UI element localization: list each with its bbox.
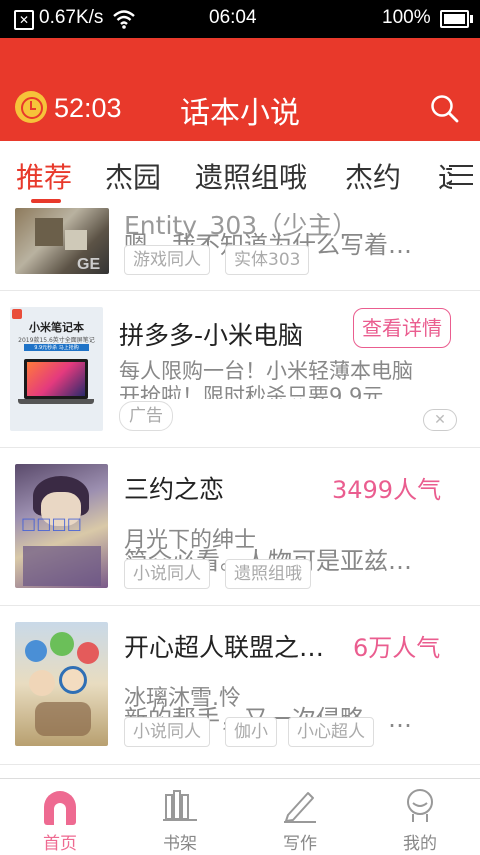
- tab-recommend[interactable]: 推荐: [16, 156, 72, 196]
- list-item[interactable]: ☐☐☐☐ 三约之恋 3499人气 月光下的绅士 简介必看。人物可是亚兹… 小说同…: [0, 448, 480, 606]
- tag[interactable]: 遗照组哦: [225, 559, 311, 589]
- category-tabs: 推荐 杰园 遗照组哦 杰约 这: [0, 141, 480, 209]
- pen-icon: [284, 792, 316, 823]
- network-speed: 0.67K/s: [39, 7, 104, 28]
- popularity: 3499人气: [332, 476, 442, 504]
- tag[interactable]: 伽小: [225, 717, 277, 747]
- book-cover: GE: [15, 208, 109, 274]
- wifi-icon: [113, 10, 135, 29]
- ad-image-price: 9.9元秒杀 马上抢购: [24, 344, 89, 351]
- list-item[interactable]: GE Entity_303（少主） 嗯，我不知道为什么写着… 游戏同人 实体30…: [0, 208, 480, 291]
- laptop-screen: [24, 359, 88, 399]
- notification-icon: ✕: [14, 10, 34, 30]
- ad-image: 小米笔记本 2019款15.6英寸全面屏笔记 9.9元秒杀 马上抢购: [10, 307, 103, 431]
- ad-image-subtitle: 2019款15.6英寸全面屏笔记: [18, 337, 95, 344]
- clock: 06:04: [209, 7, 257, 28]
- tab-jieyue[interactable]: 杰约: [345, 156, 401, 196]
- bottom-navigation: 首页 书架 写作 我的: [0, 778, 480, 855]
- status-bar: ✕ 0.67K/s 06:04 100%: [0, 0, 480, 38]
- nav-label: 我的: [403, 834, 437, 854]
- nav-bookshelf[interactable]: 书架: [120, 779, 240, 855]
- ad-desc-line-2: 开抢啦！限时秒杀只要9.9元: [119, 384, 384, 399]
- nav-label: 首页: [43, 834, 77, 854]
- ad-image-title: 小米笔记本: [29, 321, 84, 334]
- book-cover: [15, 622, 108, 746]
- ad-brand-icon: [12, 309, 22, 319]
- ad-item[interactable]: 小米笔记本 2019款15.6英寸全面屏笔记 9.9元秒杀 马上抢购 拼多多-小…: [0, 291, 480, 448]
- book-title: 三约之恋: [124, 475, 225, 504]
- battery-icon: [440, 10, 473, 28]
- list-item[interactable]: 开心超人联盟之… 6万人气 冰璃沐雪.怜 新的帮手，又一次侵略，… 小说同人 伽…: [0, 606, 480, 765]
- home-icon: [44, 791, 76, 825]
- book-title: 开心超人联盟之…: [124, 633, 325, 662]
- app-title: 话本小说: [180, 96, 300, 131]
- nav-write[interactable]: 写作: [240, 779, 360, 855]
- app-header: 52:03 话本小说: [0, 38, 480, 141]
- nav-label: 写作: [283, 834, 317, 854]
- active-tab-indicator: [31, 199, 61, 203]
- tag[interactable]: 实体303: [225, 245, 310, 275]
- view-details-button[interactable]: 查看详情: [353, 308, 451, 348]
- search-icon[interactable]: [430, 94, 460, 124]
- tag[interactable]: 小说同人: [124, 559, 210, 589]
- tab-jieyuan[interactable]: 杰园: [105, 156, 161, 196]
- bookshelf-icon: [163, 790, 197, 821]
- popularity: 6万人气: [353, 634, 441, 662]
- tab-yizhao[interactable]: 遗照组哦: [195, 156, 307, 196]
- profile-icon: [407, 789, 433, 822]
- battery-percent: 100%: [382, 7, 431, 28]
- nav-profile[interactable]: 我的: [360, 779, 480, 855]
- menu-icon[interactable]: [448, 163, 474, 187]
- close-ad-icon[interactable]: ✕: [423, 409, 457, 431]
- nav-label: 书架: [163, 834, 197, 854]
- nav-home[interactable]: 首页: [0, 779, 120, 855]
- book-cover: ☐☐☐☐: [15, 464, 108, 588]
- ad-title: 拼多多-小米电脑: [119, 321, 304, 350]
- tag[interactable]: 小心超人: [288, 717, 374, 747]
- tag[interactable]: 小说同人: [124, 717, 210, 747]
- laptop-base: [18, 399, 94, 404]
- tag[interactable]: 游戏同人: [124, 245, 210, 275]
- ad-label: 广告: [119, 401, 173, 431]
